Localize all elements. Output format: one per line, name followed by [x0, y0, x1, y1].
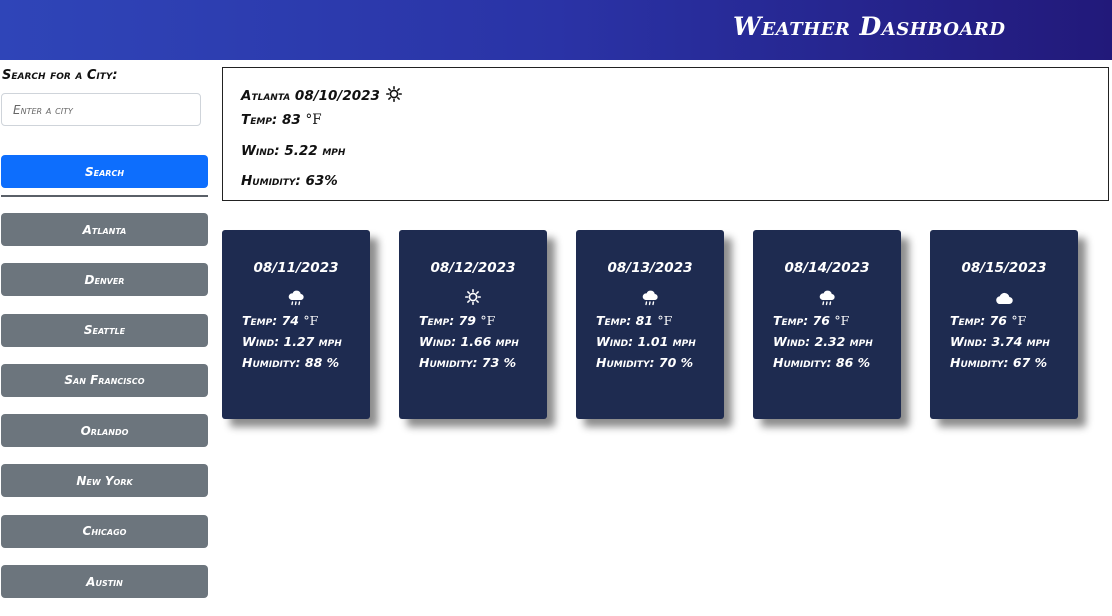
sun-icon: [385, 86, 402, 106]
forecast-wind: Wind: 3.74 mph: [950, 334, 1050, 349]
search-input[interactable]: [1, 93, 201, 126]
current-humidity: Humidity: 63%: [241, 173, 338, 189]
city-button-denver[interactable]: Denver: [1, 263, 208, 297]
search-label: Search for a City:: [2, 68, 118, 83]
forecast-card: 08/13/2023 Temp: 81 °F Wind: 1.01 mph Hu…: [576, 230, 724, 419]
forecast-wind: Wind: 2.32 mph: [773, 334, 873, 349]
forecast-humidity: Humidity: 73 %: [419, 355, 517, 370]
forecast-temp: Temp: 74 °F: [242, 313, 319, 328]
forecast-date: 08/11/2023: [253, 260, 339, 276]
sidebar-divider: [1, 195, 208, 197]
forecast-temp: Temp: 76 °F: [950, 313, 1027, 328]
forecast-card: 08/12/2023 Temp: 79 °F Wind: 1.66 mph Hu…: [399, 230, 547, 419]
forecast-wind: Wind: 1.66 mph: [419, 334, 519, 349]
header-bar: Weather Dashboard: [0, 0, 1112, 60]
search-button[interactable]: Search: [1, 155, 208, 188]
forecast-wind: Wind: 1.27 mph: [242, 334, 342, 349]
city-button-austin[interactable]: Austin: [1, 565, 208, 599]
forecast-humidity: Humidity: 70 %: [596, 355, 694, 370]
cloud-icon: [994, 290, 1014, 309]
five-day-forecast: 08/11/2023 Temp: 74 °F Wind: 1.27 mph Hu…: [222, 230, 1082, 420]
forecast-humidity: Humidity: 88 %: [242, 355, 340, 370]
forecast-humidity: Humidity: 86 %: [773, 355, 871, 370]
forecast-date: 08/13/2023: [607, 260, 693, 276]
city-button-atlanta[interactable]: Atlanta: [1, 213, 208, 246]
rain-cloud-icon: [641, 289, 659, 310]
rain-cloud-icon: [287, 289, 305, 310]
sun-icon: [465, 289, 481, 309]
city-button-san-francisco[interactable]: San Francisco: [1, 363, 208, 397]
forecast-temp: Temp: 79 °F: [419, 313, 496, 328]
page-title: Weather Dashboard: [733, 12, 1006, 41]
current-wind: Wind: 5.22 mph: [241, 143, 346, 159]
city-button-chicago[interactable]: Chicago: [1, 514, 208, 548]
search-history-list: Atlanta Denver Seattle San Francisco Orl…: [1, 213, 208, 615]
forecast-temp: Temp: 76 °F: [773, 313, 850, 328]
forecast-temp: Temp: 81 °F: [596, 313, 673, 328]
forecast-date: 08/14/2023: [784, 260, 870, 276]
current-weather-heading: Atlanta 08/10/2023: [241, 86, 1090, 106]
forecast-card: 08/15/2023 Temp: 76 °F Wind: 3.74 mph Hu…: [930, 230, 1078, 419]
forecast-card: 08/11/2023 Temp: 74 °F Wind: 1.27 mph Hu…: [222, 230, 370, 419]
city-button-seattle[interactable]: Seattle: [1, 313, 208, 347]
rain-cloud-icon: [818, 289, 836, 310]
forecast-humidity: Humidity: 67 %: [950, 355, 1048, 370]
forecast-date: 08/12/2023: [430, 260, 516, 276]
forecast-card: 08/14/2023 Temp: 76 °F Wind: 2.32 mph Hu…: [753, 230, 901, 419]
forecast-date: 08/15/2023: [961, 260, 1047, 276]
city-button-new-york[interactable]: New York: [1, 464, 208, 498]
current-weather-panel: Atlanta 08/10/2023 Temp: 83 °F Wind: 5.2…: [222, 67, 1109, 201]
current-temp: Temp: 83 °F: [241, 112, 322, 128]
city-button-orlando[interactable]: Orlando: [1, 414, 208, 448]
forecast-wind: Wind: 1.01 mph: [596, 334, 696, 349]
current-city-date: Atlanta 08/10/2023: [241, 88, 380, 104]
